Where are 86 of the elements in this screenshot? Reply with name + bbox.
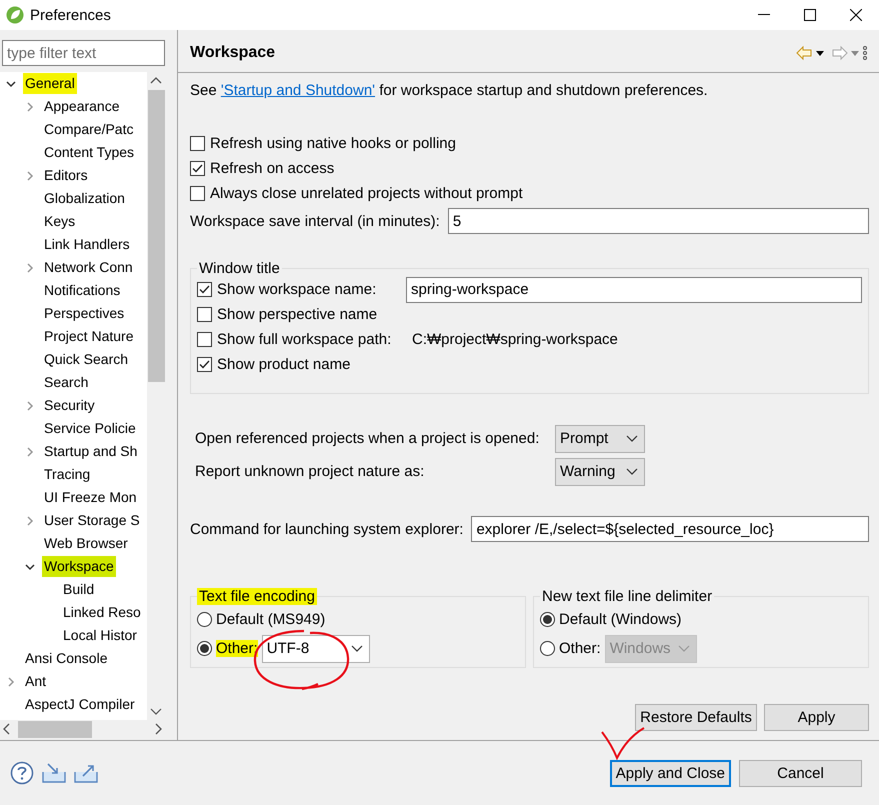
tree-item[interactable]: Quick Search — [42, 349, 130, 370]
checkmark-icon — [192, 164, 203, 173]
tree-item[interactable]: Link Handlers — [42, 234, 132, 255]
select-label: Report unknown project nature as: — [195, 463, 426, 480]
tree-item[interactable]: Editors — [42, 165, 90, 186]
tree-item[interactable]: Web Browser — [42, 533, 130, 554]
tree-item[interactable]: Tracing — [42, 464, 92, 485]
tree-item[interactable]: Appearance — [42, 96, 122, 117]
tree-item[interactable]: Startup and Sh — [42, 441, 140, 462]
tree-item[interactable]: Network Conn — [42, 257, 135, 278]
checkbox[interactable] — [197, 282, 212, 297]
field-label: Workspace save interval (in minutes): — [190, 212, 440, 230]
tree-item[interactable]: Globalization — [42, 188, 127, 209]
tree-item[interactable]: Security — [42, 395, 97, 416]
checkbox-label: Refresh on access — [210, 160, 334, 177]
help-icon[interactable] — [10, 761, 34, 785]
checkbox-label: Show workspace name: — [217, 281, 378, 298]
encoding-select[interactable]: UTF-8 — [262, 634, 370, 662]
minimize-icon — [758, 14, 770, 16]
import-icon[interactable] — [42, 762, 66, 784]
radio-button[interactable] — [540, 612, 555, 627]
export-icon[interactable] — [74, 762, 98, 784]
apply-and-close-button[interactable]: Apply and Close — [610, 760, 731, 786]
checkmark-icon — [199, 360, 210, 369]
cancel-button[interactable]: Cancel — [739, 760, 862, 786]
tree-item[interactable]: Keys — [42, 211, 78, 232]
radio-button[interactable] — [197, 612, 212, 627]
radio-label: Default (Windows) — [559, 611, 682, 628]
workspace-name-field[interactable]: spring-workspace — [406, 276, 862, 302]
window-title: Preferences — [30, 6, 112, 24]
navigation-icons[interactable] — [795, 45, 867, 61]
checkbox[interactable] — [190, 186, 205, 201]
command-field[interactable]: explorer /E,/select=${selected_resource_loc} — [471, 516, 869, 542]
leaf-icon — [6, 6, 24, 24]
checkbox[interactable] — [197, 357, 212, 372]
checkmark-icon — [199, 285, 210, 294]
dropdown[interactable]: Prompt — [555, 424, 645, 452]
dropdown[interactable]: Warning — [555, 458, 645, 486]
group-title: New text file line delimiter — [541, 588, 714, 605]
horizontal-scrollbar[interactable] — [0, 720, 165, 738]
intro-text: See 'Startup and Shutdown' for workspace startup and shutdown preferences. — [190, 81, 709, 101]
radio-label: Other: — [559, 640, 601, 657]
tree-item[interactable]: Notifications — [42, 280, 122, 301]
checkbox-label: Show full workspace path: — [217, 331, 392, 348]
tree-item[interactable]: General — [23, 73, 77, 94]
checkbox-label: Show product name — [217, 356, 350, 373]
tree-item[interactable]: Compare/Patc — [42, 119, 136, 140]
field-label: Command for launching system explorer: — [190, 520, 464, 538]
tree-item[interactable]: Ant — [23, 671, 48, 692]
apply-button[interactable]: Apply — [764, 704, 869, 731]
group-title: Text file encoding — [197, 588, 317, 605]
group-title: Window title — [198, 260, 281, 277]
tree-item[interactable]: UI Freeze Mon — [42, 487, 139, 508]
radio-label: Other: — [216, 640, 258, 657]
radio-button[interactable] — [540, 641, 555, 656]
tree-item[interactable]: Linked Reso — [61, 602, 143, 623]
tree-item[interactable]: User Storage S — [42, 510, 142, 531]
tree-item[interactable]: Workspace — [42, 556, 116, 577]
tree-item[interactable]: Ansi Console — [23, 648, 110, 669]
startup-link[interactable]: 'Startup and Shutdown' — [220, 82, 376, 99]
checkbox[interactable] — [197, 307, 212, 322]
select-label: Open referenced projects when a project is opened: — [195, 430, 540, 447]
page-title: Workspace — [190, 44, 276, 62]
tree-item[interactable]: Build — [61, 579, 96, 600]
tree-item[interactable]: Search — [42, 372, 90, 393]
checkbox-label: Show perspective name — [217, 306, 378, 323]
tree-item[interactable]: Perspectives — [42, 303, 126, 324]
tree-item[interactable]: Service Policie — [42, 418, 138, 439]
tree-item[interactable]: Content Types — [42, 142, 136, 163]
workspace-path: C:₩project₩spring-workspace — [412, 331, 618, 348]
checkbox-label: Always close unrelated projects without prompt — [210, 185, 523, 202]
filter-field[interactable]: type filter text — [2, 40, 165, 66]
tree-item[interactable]: Local Histor — [61, 625, 139, 646]
checkbox-label: Refresh using native hooks or polling — [210, 135, 456, 152]
checkbox[interactable] — [197, 332, 212, 347]
radio-label: Default (MS949) — [216, 611, 326, 628]
interval-field[interactable]: 5 — [448, 208, 869, 234]
tree-item[interactable]: AspectJ Compiler — [23, 694, 137, 715]
scroll-up-icon[interactable] — [150, 76, 162, 84]
tree-item[interactable]: Project Nature — [42, 326, 136, 347]
checkbox[interactable] — [190, 161, 205, 176]
maximize-icon — [804, 9, 816, 21]
restore-defaults-button[interactable]: Restore Defaults — [635, 704, 757, 731]
checkbox[interactable] — [190, 136, 205, 151]
radio-button[interactable] — [197, 641, 212, 656]
close-icon — [850, 9, 862, 21]
